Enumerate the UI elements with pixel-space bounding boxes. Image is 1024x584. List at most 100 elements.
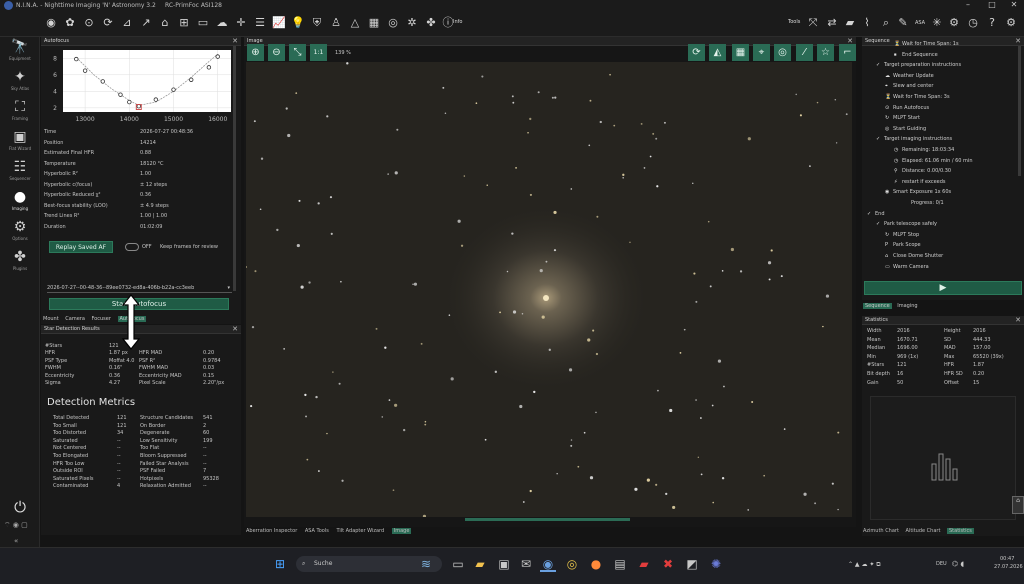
sidebar-item-sky-atlas[interactable]: ✦ Sky Atlas: [0, 69, 40, 99]
pencil-icon[interactable]: ✎: [896, 16, 910, 30]
crosshair-button[interactable]: ⌖: [753, 44, 770, 61]
telescope-icon[interactable]: ⊿: [120, 16, 134, 30]
firefox-icon[interactable]: ●: [588, 556, 604, 572]
sequence-item[interactable]: ◎ Start Guiding: [885, 126, 926, 132]
sequence-item[interactable]: Progress: 0/1: [903, 200, 944, 206]
focuser-icon[interactable]: ⊙: [82, 16, 96, 30]
task-view-icon[interactable]: ▭: [450, 556, 466, 572]
close-autofocus-icon[interactable]: ✕: [232, 37, 238, 46]
brush-icon[interactable]: ⌇: [860, 16, 874, 30]
sidebar-item-flat-wizard[interactable]: ▣ Flat Wizard: [0, 129, 40, 159]
flat-panel-icon[interactable]: ▭: [196, 16, 210, 30]
target-button[interactable]: ◎: [774, 44, 791, 61]
clock-icon[interactable]: ◷: [966, 16, 980, 30]
telescope-alt-icon[interactable]: ↗: [139, 16, 153, 30]
sequence-item[interactable]: ↻ MLPT Stop: [885, 232, 919, 238]
sequence-item[interactable]: ▭ Warm Camera: [885, 264, 929, 270]
system-tray-icons[interactable]: ⌃ ▲ ☁ ✦ ⧉: [848, 561, 881, 569]
mail-icon[interactable]: ✉: [518, 556, 534, 572]
target-icon[interactable]: ◎: [386, 16, 400, 30]
info-label[interactable]: Info: [453, 19, 462, 25]
switch-icon[interactable]: ⊞: [177, 16, 191, 30]
close-sequence-icon[interactable]: ✕: [1015, 37, 1021, 46]
keyboard-layout[interactable]: DEU: [936, 561, 947, 567]
keep-frames-toggle[interactable]: [125, 243, 139, 251]
person-icon[interactable]: ♙: [329, 16, 343, 30]
sequence-item[interactable]: ◉ Smart Exposure 1x 60s: [885, 189, 951, 195]
tab-mount[interactable]: Mount: [43, 316, 59, 322]
filter-wheel-icon[interactable]: ✿: [63, 16, 77, 30]
sequence-item[interactable]: ⌖ Slew and center: [885, 83, 933, 89]
start-icon[interactable]: ⊞: [272, 556, 288, 572]
zoom-out-button[interactable]: ⊖: [268, 44, 285, 61]
sequence-item[interactable]: ⚡ restart if exceeds: [894, 179, 946, 185]
sequence-item[interactable]: ⏹ End Sequence: [894, 52, 938, 58]
help-icon[interactable]: ?: [985, 16, 999, 30]
move-icon[interactable]: ⤧: [806, 16, 820, 30]
gear-small-icon[interactable]: ✲: [405, 16, 419, 30]
sequence-item[interactable]: ✓ Park telescope safely: [876, 221, 937, 227]
tab-image[interactable]: Image: [391, 528, 412, 534]
collapse-sidebar-icon[interactable]: «: [14, 537, 18, 545]
power-icon[interactable]: ⏻: [10, 497, 30, 517]
note-icon[interactable]: ▰: [843, 16, 857, 30]
af-run-select[interactable]: 2026-07-27--00-48-36--89ee0732-ed8a-406b…: [47, 283, 232, 293]
chrome-icon[interactable]: ◎: [564, 556, 580, 572]
sidebar-item-imaging[interactable]: ● Imaging: [0, 189, 40, 219]
asa-icon[interactable]: ASA: [913, 16, 927, 30]
rotate-button[interactable]: ⟳: [688, 44, 705, 61]
sequence-item[interactable]: ☁ Weather Update: [885, 73, 934, 79]
app-red-icon[interactable]: ▰: [636, 556, 652, 572]
camera-icon[interactable]: ◉: [44, 16, 58, 30]
sequence-item[interactable]: ⏳ Wait for Time Span: 1s: [894, 41, 959, 47]
sidebar-item-options[interactable]: ⚙ Options: [0, 219, 40, 249]
sequence-item[interactable]: ⚲ Distance: 0.00/0.30: [894, 168, 951, 174]
file-explorer-icon[interactable]: ▰: [472, 556, 488, 572]
sequence-item[interactable]: ⏳ Wait for Time Span: 3s: [885, 94, 950, 100]
sidebar-item-plugins[interactable]: ✤ Plugins: [0, 249, 40, 279]
close-window-button[interactable]: ✕: [1004, 0, 1024, 10]
maximize-button[interactable]: □: [982, 0, 1002, 10]
stellarium-icon[interactable]: ✺: [708, 556, 724, 572]
start-sequence-button[interactable]: ▶: [864, 281, 1022, 295]
dome-icon[interactable]: ⌂: [158, 16, 172, 30]
magic-wand-button[interactable]: ⁄: [796, 44, 813, 61]
app-dark-icon[interactable]: ◩: [684, 556, 700, 572]
tab-tilt-adapter-wizard[interactable]: Tilt Adapter Wizard: [336, 528, 384, 534]
sequence-icon[interactable]: ☰: [253, 16, 267, 30]
grid-button[interactable]: ▦: [732, 44, 749, 61]
tab-statistics[interactable]: Statistics: [947, 528, 974, 534]
sliders-icon[interactable]: ⚙: [947, 16, 961, 30]
triangle-icon[interactable]: △: [348, 16, 362, 30]
sequence-item[interactable]: ↻ MLPT Start: [885, 115, 920, 121]
clock-date[interactable]: 27.07.2026: [994, 564, 1023, 570]
weather-icon[interactable]: ☁: [215, 16, 229, 30]
nina-taskbar-icon[interactable]: ◉: [540, 556, 556, 572]
tab-focuser[interactable]: Focuser: [91, 316, 110, 322]
tab-azimuth-chart[interactable]: Azimuth Chart: [863, 528, 899, 534]
sidebar-item-sequencer[interactable]: ☷ Sequencer: [0, 159, 40, 189]
sequence-scrollbar[interactable]: [1018, 46, 1021, 176]
widgets-icon[interactable]: ≋: [418, 556, 434, 572]
crop-button[interactable]: ⌐: [839, 44, 856, 61]
focus-tab[interactable]: ⌂: [1012, 496, 1024, 514]
sidebar-item-framing[interactable]: ⛶ Framing: [0, 99, 40, 129]
rotator-icon[interactable]: ⟳: [101, 16, 115, 30]
tray-net-icon[interactable]: ⌬ ◖: [952, 560, 964, 568]
swap-icon[interactable]: ⇄: [825, 16, 839, 30]
terminal-icon[interactable]: ▣: [496, 556, 512, 572]
guider-icon[interactable]: ✛: [234, 16, 248, 30]
image-canvas[interactable]: [246, 62, 852, 517]
image-hscrollbar[interactable]: [465, 518, 630, 521]
clock-time[interactable]: 00:47: [1000, 556, 1014, 562]
sequence-item[interactable]: ◷ Elapsed: 61.06 min / 60 min: [894, 158, 973, 164]
close-detection-icon[interactable]: ✕: [232, 325, 238, 334]
fit-button[interactable]: ⤡: [289, 44, 306, 61]
sidebar-item-equipment[interactable]: 🔭 Equipment: [0, 39, 40, 69]
lightbulb-icon[interactable]: 💡: [291, 16, 305, 30]
sequence-item[interactable]: ✓ Target preparation instructions: [876, 62, 961, 68]
tab-aberration-inspector[interactable]: Aberration Inspector: [246, 528, 297, 534]
shield-icon[interactable]: ⛨: [310, 16, 324, 30]
app-red2-icon[interactable]: ✖: [660, 556, 676, 572]
sequence-item[interactable]: ◷ Remaining: 18:03:34: [894, 147, 954, 153]
